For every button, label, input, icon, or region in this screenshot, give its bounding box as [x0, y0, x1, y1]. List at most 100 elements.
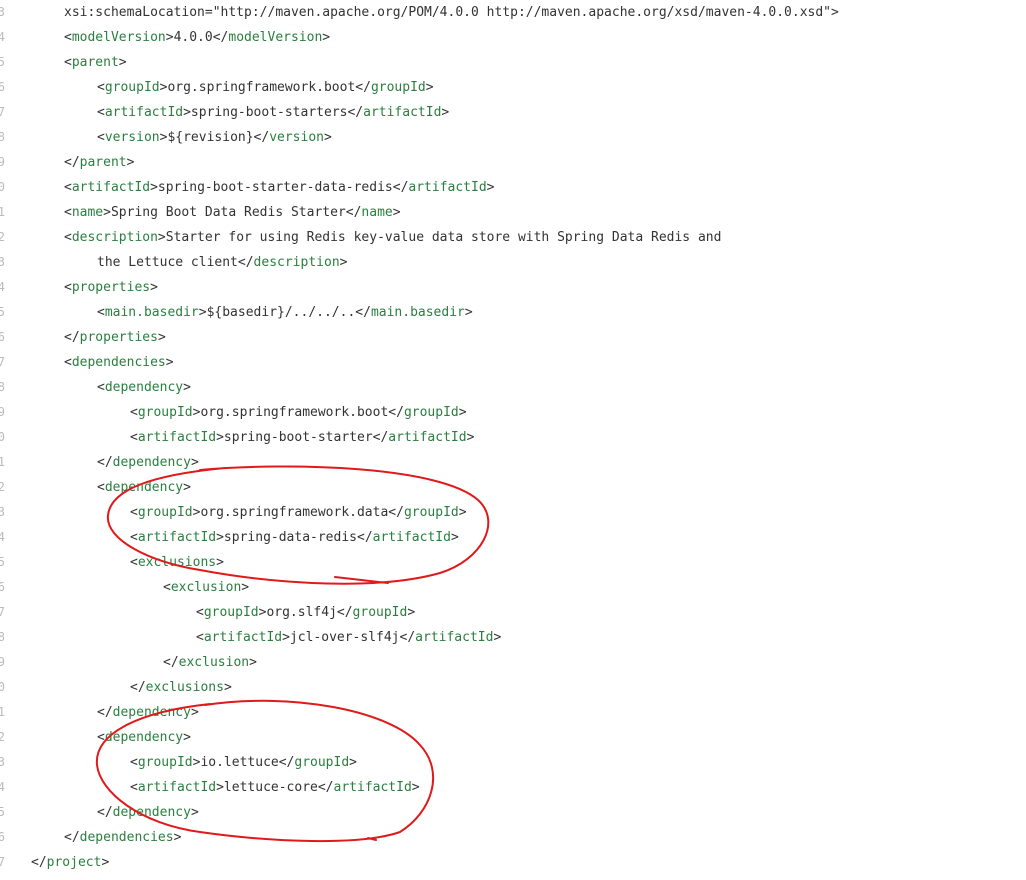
xml-tag-name: dependencies	[79, 830, 174, 845]
xml-text: >	[183, 480, 191, 495]
xml-tag-name: main.basedir	[370, 305, 465, 320]
code-line: 4 <modelVersion>4.0.0</modelVersion>	[0, 25, 1026, 50]
xml-text: <	[196, 630, 204, 645]
xml-tag-name: modelVersion	[228, 30, 323, 45]
code-text: <artifactId>spring-data-redis</artifactI…	[130, 525, 459, 550]
xml-text: >	[150, 280, 158, 295]
xml-tag-name: artifactId	[415, 630, 494, 645]
line-number: 0	[0, 680, 5, 694]
code-line: 1 </dependency>	[0, 450, 1026, 475]
xml-tag-name: artifactId	[388, 430, 467, 445]
xml-text: </	[31, 855, 47, 870]
code-line: 7 <groupId>org.slf4j</groupId>	[0, 600, 1026, 625]
xml-text: <	[64, 30, 72, 45]
code-view: 3 xsi:schemaLocation="http://maven.apache…	[0, 0, 1026, 880]
code-line: 6 <groupId>org.springframework.boot</grou…	[0, 75, 1026, 100]
line-number: 5	[0, 305, 5, 319]
code-text: <artifactId>jcl-over-slf4j</artifactId>	[196, 625, 501, 650]
code-text: <description>Starter for using Redis key…	[64, 225, 721, 250]
xml-tag-name: parent	[79, 155, 127, 170]
code-line: 2 <dependency>	[0, 475, 1026, 500]
xml-tag-name: artifactId	[372, 530, 451, 545]
code-text: <dependency>	[97, 375, 191, 400]
xml-text: >	[173, 830, 182, 845]
line-number: 2	[0, 230, 5, 244]
xml-text: >	[349, 755, 357, 770]
code-line: 5 </dependency>	[0, 800, 1026, 825]
code-text: <artifactId>lettuce-core</artifactId>	[130, 775, 420, 800]
line-number: 8	[0, 630, 5, 644]
line-number: 6	[0, 830, 5, 844]
xml-tag-name: project	[46, 855, 102, 870]
xml-text: <	[130, 755, 138, 770]
xml-tag-name: artifactId	[408, 180, 487, 195]
code-text: </dependencies>	[64, 825, 181, 850]
code-line: 3 <groupId>org.springframework.data</grou…	[0, 500, 1026, 525]
xml-text: >	[249, 655, 257, 670]
xml-text: >spring-data-redis</	[216, 530, 373, 545]
line-number: 3	[0, 755, 5, 769]
xml-tag-name: name	[361, 205, 393, 220]
xml-text: >org.springframework.boot</	[159, 80, 371, 95]
code-line: 7 <artifactId>spring-boot-starters</artif…	[0, 100, 1026, 125]
line-number: 7	[0, 105, 5, 119]
line-number: 2	[0, 480, 5, 494]
xml-text: >Starter for using Redis key-value data …	[157, 230, 722, 245]
xml-tag-name: dependency	[112, 705, 191, 720]
xml-text: >	[101, 855, 110, 870]
code-text: <main.basedir>${basedir}/../../..</main.…	[97, 300, 473, 325]
xml-text: >	[165, 355, 174, 370]
line-number: 3	[0, 505, 5, 519]
xml-text: </	[97, 455, 113, 470]
xml-text: <	[64, 180, 72, 195]
code-line: 0 <artifactId>spring-boot-starter-data-re…	[0, 175, 1026, 200]
xml-text: <	[130, 405, 138, 420]
code-line: 9 </parent>	[0, 150, 1026, 175]
xml-text: >	[324, 130, 332, 145]
xml-text: </	[64, 830, 80, 845]
xml-text: >	[458, 405, 467, 420]
code-text: </dependency>	[97, 800, 199, 825]
line-number: 5	[0, 555, 5, 569]
line-number: 7	[0, 855, 5, 869]
code-text: <dependencies>	[64, 350, 174, 375]
xml-text: >	[216, 555, 224, 570]
xml-text: >	[425, 80, 434, 95]
line-number: 9	[0, 405, 5, 419]
code-text: < artifactId>spring-boot-starter-data-red…	[64, 175, 495, 200]
xml-tag-name: groupId	[403, 505, 459, 520]
xml-text: <	[130, 530, 138, 545]
code-text: </dependency>	[97, 450, 199, 475]
xml-text: <	[130, 505, 138, 520]
code-text: <exclusion>	[163, 575, 249, 600]
line-number: 3	[0, 255, 5, 269]
code-text: </dependency>	[97, 700, 199, 725]
line-number: 4	[0, 780, 5, 794]
code-line: 6 <exclusion>	[0, 575, 1026, 600]
xml-tag-name: description	[71, 230, 158, 245]
code-line: 9 <groupId>org.springframework.boot</grou…	[0, 400, 1026, 425]
xml-text: >4.0.0</	[165, 30, 229, 45]
xml-tag-name: artifactId	[203, 630, 283, 645]
code-text: <dependency>	[97, 725, 191, 750]
line-number: 4	[0, 30, 5, 44]
xml-text: >spring-boot-starter-data-redis</	[150, 180, 409, 195]
xml-tag-name: groupId	[137, 505, 193, 520]
xml-text: <	[64, 55, 72, 70]
xml-text: <	[97, 130, 105, 145]
line-number: 1	[0, 705, 5, 719]
code-text: <parent>	[64, 50, 127, 75]
code-line: 5 <exclusions>	[0, 550, 1026, 575]
code-line: 7 <dependencies>	[0, 350, 1026, 375]
xml-tag-name: groupId	[203, 605, 259, 620]
xml-text: >	[190, 705, 199, 720]
code-line: 0 <artifactId>spring-boot-starter</artifa…	[0, 425, 1026, 450]
xml-text: </	[97, 705, 113, 720]
xml-tag-name: groupId	[352, 605, 408, 620]
xml-text: </	[97, 805, 113, 820]
xml-text: >	[458, 505, 467, 520]
xml-text: </	[64, 155, 80, 170]
xml-text: >	[392, 205, 401, 220]
code-line: 7 </project>	[0, 850, 1026, 875]
line-number: 3	[0, 5, 5, 19]
